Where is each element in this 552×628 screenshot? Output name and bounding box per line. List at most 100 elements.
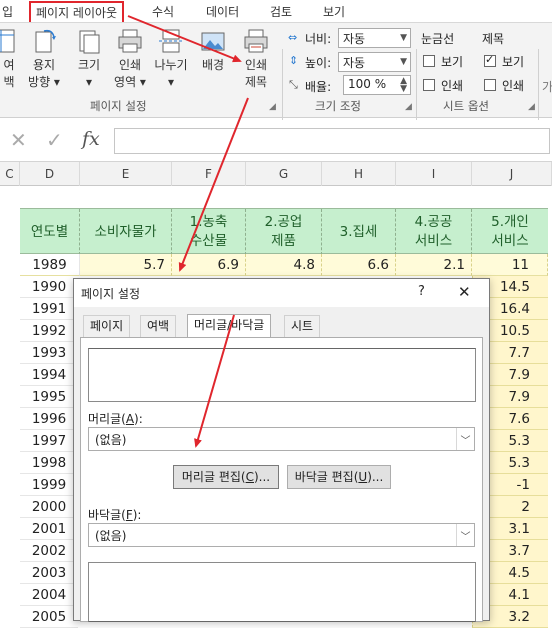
tab-page[interactable]: 페이지 [83,315,131,337]
column-header-i[interactable]: I [396,162,472,186]
empty-row [0,186,552,208]
enter-icon[interactable]: ✓ [46,128,63,152]
orientation-label-2: 방향 ▾ [28,75,60,89]
scale-launcher-icon[interactable]: ◢ [405,102,412,112]
print-area-label-1: 인쇄 [118,58,142,72]
column-header-c[interactable]: C [0,162,20,186]
cell-year[interactable]: 2002 [20,540,78,562]
gridlines-print-checkbox[interactable] [423,79,435,91]
print-titles-icon [242,27,270,55]
header-rent[interactable]: 3.집세 [322,209,396,255]
help-button[interactable]: ? [418,284,425,299]
header-cpi[interactable]: 소비자물가 [80,209,172,255]
background-label: 배경 [201,58,225,72]
edit-header-button[interactable]: 머리글 편집(C)... [173,465,279,489]
tab-review[interactable]: 검토 [270,3,292,20]
header-personal[interactable]: 5.개인 서비스 [472,209,548,255]
header-footer-panel: 머리글(A): (없음) ﹀ 머리글 편집(C)... 바닥글 편집(U)...… [80,337,483,622]
tab-data[interactable]: 데이터 [206,3,239,20]
orientation-label-1: 용지 [32,58,56,72]
tab-header-footer[interactable]: 머리글/바닥글 [187,314,272,338]
header-label: 머리글(A): [88,412,143,426]
headings-print-label: 인쇄 [502,79,525,93]
cell-year[interactable]: 1999 [20,474,78,496]
margins-button[interactable]: 여백 [0,27,16,91]
width-combo[interactable]: 자동 ▼ [338,28,411,48]
cell-year[interactable]: 1996 [20,408,78,430]
column-header-h[interactable]: H [322,162,396,186]
gridlines-print-label: 인쇄 [441,79,464,93]
cell-year[interactable]: 1994 [20,364,78,386]
cell-year[interactable]: 1992 [20,320,78,342]
cell-year[interactable]: 1991 [20,298,78,320]
size-label-1: 크기 [77,58,101,72]
cell-year[interactable]: 1998 [20,452,78,474]
width-icon: ⇔ [288,31,298,44]
headings-view-checkbox[interactable] [484,53,496,67]
column-header-j[interactable]: J [472,162,552,186]
cell-year[interactable]: 2000 [20,496,78,518]
cell-year[interactable]: 1995 [20,386,78,408]
header-dropdown[interactable]: (없음) ﹀ [88,427,475,451]
headings-view-label: 보기 [502,55,525,69]
column-header-g[interactable]: G [246,162,322,186]
tab-page-layout[interactable]: 페이지 레이아웃 [29,1,125,24]
tab-margins[interactable]: 여백 [140,315,177,337]
sheet-options-launcher-icon[interactable]: ◢ [528,102,535,112]
footer-dropdown-value: (없음) [95,529,127,543]
close-button[interactable]: ✕ [458,283,471,301]
breaks-icon [157,27,185,55]
header-year[interactable]: 연도별 [20,209,80,255]
cell-industrial[interactable]: 4.8 [246,254,322,276]
edit-footer-button[interactable]: 바닥글 편집(U)... [287,465,391,489]
fx-icon[interactable]: fx [82,128,100,150]
height-combo[interactable]: 자동 ▼ [338,52,411,72]
size-icon [75,27,103,55]
tab-insert[interactable]: 입 [2,3,13,20]
cell-year[interactable]: 2005 [20,606,78,628]
cell-year[interactable]: 2001 [20,518,78,540]
column-header-d[interactable]: D [20,162,80,186]
gridlines-view-label: 보기 [441,55,464,69]
cell-agri[interactable]: 6.9 [172,254,246,276]
cell-year[interactable]: 1993 [20,342,78,364]
header-industrial[interactable]: 2.공업 제품 [246,209,322,255]
scale-icon: ⤡ [289,78,298,91]
cell-year[interactable]: 2003 [20,562,78,584]
ribbon-tab-bar: 입 페이지 레이아웃 수식 데이터 검토 보기 [0,0,552,24]
height-value: 자동 [343,56,366,70]
headings-print-checkbox[interactable] [484,79,496,91]
header-public[interactable]: 4.공공 서비스 [396,209,472,255]
cell-rent[interactable]: 6.6 [322,254,396,276]
spinner-arrows-icon[interactable]: ▲ ▼ [400,77,407,94]
footer-dropdown[interactable]: (없음) ﹀ [88,523,475,547]
tab-formulas[interactable]: 수식 [152,3,174,20]
orientation-button[interactable]: 용지 방향 ▾ [22,27,66,91]
cell-year[interactable]: 1989 [20,254,80,276]
tab-sheet[interactable]: 시트 [284,315,321,337]
cell-year[interactable]: 1997 [20,430,78,452]
margins-icon [0,27,20,55]
cell-year[interactable]: 1990 [20,276,78,298]
formula-input[interactable] [114,128,550,154]
background-button[interactable]: 배경 [196,27,230,74]
print-titles-button[interactable]: 인쇄 제목 [236,27,276,91]
width-value: 자동 [343,32,366,46]
cell-personal[interactable]: 11 [472,254,548,276]
tab-view[interactable]: 보기 [323,3,345,20]
column-header-f[interactable]: F [172,162,246,186]
header-agri[interactable]: 1.농축 수산물 [172,209,246,255]
print-area-button[interactable]: 인쇄 영역 ▾ [111,27,149,91]
breaks-label-1: 나누기 [154,58,188,72]
scale-spinner[interactable]: 100 % ▲ ▼ [343,75,411,95]
cell-public[interactable]: 2.1 [396,254,472,276]
page-setup-launcher-icon[interactable]: ◢ [269,102,276,112]
print-area-icon [116,27,144,55]
cell-year[interactable]: 2004 [20,584,78,606]
cell-cpi[interactable]: 5.7 [80,254,172,276]
size-button[interactable]: 크기 ▾ [72,27,106,91]
gridlines-view-checkbox[interactable] [423,55,435,67]
column-header-e[interactable]: E [80,162,172,186]
cancel-icon[interactable]: ✕ [10,128,27,152]
breaks-button[interactable]: 나누기 ▾ [151,27,191,91]
